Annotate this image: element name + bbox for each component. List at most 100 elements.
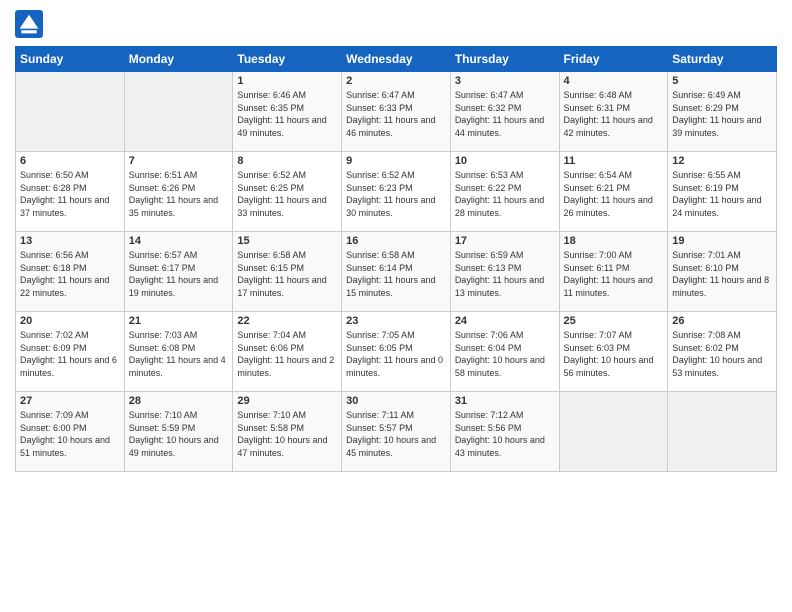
day-number: 4 xyxy=(564,75,664,87)
day-info: Sunrise: 7:08 AM Sunset: 6:02 PM Dayligh… xyxy=(672,329,772,379)
calendar-cell xyxy=(559,392,668,472)
day-info: Sunrise: 6:53 AM Sunset: 6:22 PM Dayligh… xyxy=(455,169,555,219)
calendar-cell: 8 Sunrise: 6:52 AM Sunset: 6:25 PM Daylig… xyxy=(233,152,342,232)
day-info: Sunrise: 7:06 AM Sunset: 6:04 PM Dayligh… xyxy=(455,329,555,379)
calendar-cell: 27Sunrise: 7:09 AM Sunset: 6:00 PM Dayli… xyxy=(16,392,125,472)
calendar-cell: 16 Sunrise: 6:58 AM Sunset: 6:14 PM Dayli… xyxy=(342,232,451,312)
day-number: 9 xyxy=(346,155,446,167)
calendar-cell: 11 Sunrise: 6:54 AM Sunset: 6:21 PM Dayli… xyxy=(559,152,668,232)
day-info: Sunrise: 6:59 AM Sunset: 6:13 PM Dayligh… xyxy=(455,249,555,299)
day-number: 8 xyxy=(237,155,337,167)
day-info: Sunrise: 6:54 AM Sunset: 6:21 PM Dayligh… xyxy=(564,169,664,219)
day-number: 31 xyxy=(455,395,555,407)
day-number: 25 xyxy=(564,315,664,327)
day-number: 20 xyxy=(20,315,120,327)
calendar-cell: 28 Sunrise: 7:10 AM Sunset: 5:59 PM Dayli… xyxy=(124,392,233,472)
day-number: 23 xyxy=(346,315,446,327)
day-number: 5 xyxy=(672,75,772,87)
day-number: 22 xyxy=(237,315,337,327)
calendar-cell xyxy=(668,392,777,472)
day-number: 28 xyxy=(129,395,229,407)
day-info: Sunrise: 6:47 AM Sunset: 6:33 PM Dayligh… xyxy=(346,89,446,139)
calendar-cell: 31Sunrise: 7:12 AM Sunset: 5:56 PM Dayli… xyxy=(450,392,559,472)
day-number: 13 xyxy=(20,235,120,247)
day-info: Sunrise: 7:07 AM Sunset: 6:03 PM Dayligh… xyxy=(564,329,664,379)
day-number: 24 xyxy=(455,315,555,327)
day-info: Sunrise: 6:55 AM Sunset: 6:19 PM Dayligh… xyxy=(672,169,772,219)
calendar-cell: 7 Sunrise: 6:51 AM Sunset: 6:26 PM Daylig… xyxy=(124,152,233,232)
header-row: SundayMondayTuesdayWednesdayThursdayFrid… xyxy=(16,47,777,72)
day-number: 15 xyxy=(237,235,337,247)
day-info: Sunrise: 7:10 AM Sunset: 5:59 PM Dayligh… xyxy=(129,409,229,459)
header-day: Saturday xyxy=(668,47,777,72)
header-day: Monday xyxy=(124,47,233,72)
day-number: 29 xyxy=(237,395,337,407)
calendar-cell: 21 Sunrise: 7:03 AM Sunset: 6:08 PM Dayli… xyxy=(124,312,233,392)
header-day: Wednesday xyxy=(342,47,451,72)
day-number: 30 xyxy=(346,395,446,407)
day-info: Sunrise: 6:52 AM Sunset: 6:25 PM Dayligh… xyxy=(237,169,337,219)
day-info: Sunrise: 6:48 AM Sunset: 6:31 PM Dayligh… xyxy=(564,89,664,139)
day-info: Sunrise: 7:10 AM Sunset: 5:58 PM Dayligh… xyxy=(237,409,337,459)
day-number: 21 xyxy=(129,315,229,327)
header-day: Thursday xyxy=(450,47,559,72)
day-info: Sunrise: 6:51 AM Sunset: 6:26 PM Dayligh… xyxy=(129,169,229,219)
day-info: Sunrise: 7:05 AM Sunset: 6:05 PM Dayligh… xyxy=(346,329,446,379)
calendar-cell: 13 Sunrise: 6:56 AM Sunset: 6:18 PM Dayli… xyxy=(16,232,125,312)
header xyxy=(15,10,777,38)
day-number: 18 xyxy=(564,235,664,247)
calendar-body: 1 Sunrise: 6:46 AM Sunset: 6:35 PM Daylig… xyxy=(16,72,777,472)
day-number: 7 xyxy=(129,155,229,167)
calendar-cell: 14Sunrise: 6:57 AM Sunset: 6:17 PM Dayli… xyxy=(124,232,233,312)
day-number: 10 xyxy=(455,155,555,167)
day-number: 3 xyxy=(455,75,555,87)
calendar-cell: 26Sunrise: 7:08 AM Sunset: 6:02 PM Dayli… xyxy=(668,312,777,392)
calendar-week-row: 27Sunrise: 7:09 AM Sunset: 6:00 PM Dayli… xyxy=(16,392,777,472)
day-number: 17 xyxy=(455,235,555,247)
day-number: 19 xyxy=(672,235,772,247)
header-day: Sunday xyxy=(16,47,125,72)
day-info: Sunrise: 6:58 AM Sunset: 6:15 PM Dayligh… xyxy=(237,249,337,299)
calendar-cell: 9 Sunrise: 6:52 AM Sunset: 6:23 PM Daylig… xyxy=(342,152,451,232)
calendar-page: SundayMondayTuesdayWednesdayThursdayFrid… xyxy=(0,0,792,612)
day-number: 11 xyxy=(564,155,664,167)
logo-icon xyxy=(15,10,43,38)
day-info: Sunrise: 6:49 AM Sunset: 6:29 PM Dayligh… xyxy=(672,89,772,139)
calendar-cell: 1 Sunrise: 6:46 AM Sunset: 6:35 PM Daylig… xyxy=(233,72,342,152)
day-number: 12 xyxy=(672,155,772,167)
header-day: Friday xyxy=(559,47,668,72)
calendar-header: SundayMondayTuesdayWednesdayThursdayFrid… xyxy=(16,47,777,72)
day-number: 2 xyxy=(346,75,446,87)
day-number: 1 xyxy=(237,75,337,87)
calendar-cell xyxy=(16,72,125,152)
day-info: Sunrise: 7:04 AM Sunset: 6:06 PM Dayligh… xyxy=(237,329,337,379)
day-info: Sunrise: 7:02 AM Sunset: 6:09 PM Dayligh… xyxy=(20,329,120,379)
calendar-week-row: 1 Sunrise: 6:46 AM Sunset: 6:35 PM Daylig… xyxy=(16,72,777,152)
calendar-cell: 20 Sunrise: 7:02 AM Sunset: 6:09 PM Dayli… xyxy=(16,312,125,392)
calendar-cell: 17 Sunrise: 6:59 AM Sunset: 6:13 PM Dayli… xyxy=(450,232,559,312)
day-info: Sunrise: 6:50 AM Sunset: 6:28 PM Dayligh… xyxy=(20,169,120,219)
day-number: 16 xyxy=(346,235,446,247)
day-info: Sunrise: 7:11 AM Sunset: 5:57 PM Dayligh… xyxy=(346,409,446,459)
calendar-cell: 2 Sunrise: 6:47 AM Sunset: 6:33 PM Daylig… xyxy=(342,72,451,152)
calendar-cell: 19 Sunrise: 7:01 AM Sunset: 6:10 PM Dayli… xyxy=(668,232,777,312)
day-info: Sunrise: 6:56 AM Sunset: 6:18 PM Dayligh… xyxy=(20,249,120,299)
calendar-cell: 30 Sunrise: 7:11 AM Sunset: 5:57 PM Dayli… xyxy=(342,392,451,472)
calendar-cell: 15 Sunrise: 6:58 AM Sunset: 6:15 PM Dayli… xyxy=(233,232,342,312)
calendar-cell: 18 Sunrise: 7:00 AM Sunset: 6:11 PM Dayli… xyxy=(559,232,668,312)
day-info: Sunrise: 6:58 AM Sunset: 6:14 PM Dayligh… xyxy=(346,249,446,299)
calendar-cell: 22 Sunrise: 7:04 AM Sunset: 6:06 PM Dayli… xyxy=(233,312,342,392)
calendar-cell: 6 Sunrise: 6:50 AM Sunset: 6:28 PM Daylig… xyxy=(16,152,125,232)
day-info: Sunrise: 7:03 AM Sunset: 6:08 PM Dayligh… xyxy=(129,329,229,379)
day-info: Sunrise: 7:00 AM Sunset: 6:11 PM Dayligh… xyxy=(564,249,664,299)
day-info: Sunrise: 7:01 AM Sunset: 6:10 PM Dayligh… xyxy=(672,249,772,299)
calendar-table: SundayMondayTuesdayWednesdayThursdayFrid… xyxy=(15,46,777,472)
day-info: Sunrise: 6:46 AM Sunset: 6:35 PM Dayligh… xyxy=(237,89,337,139)
header-day: Tuesday xyxy=(233,47,342,72)
day-number: 6 xyxy=(20,155,120,167)
calendar-cell: 5 Sunrise: 6:49 AM Sunset: 6:29 PM Daylig… xyxy=(668,72,777,152)
calendar-cell: 29 Sunrise: 7:10 AM Sunset: 5:58 PM Dayli… xyxy=(233,392,342,472)
calendar-week-row: 13 Sunrise: 6:56 AM Sunset: 6:18 PM Dayli… xyxy=(16,232,777,312)
calendar-cell: 4 Sunrise: 6:48 AM Sunset: 6:31 PM Daylig… xyxy=(559,72,668,152)
day-info: Sunrise: 6:52 AM Sunset: 6:23 PM Dayligh… xyxy=(346,169,446,219)
